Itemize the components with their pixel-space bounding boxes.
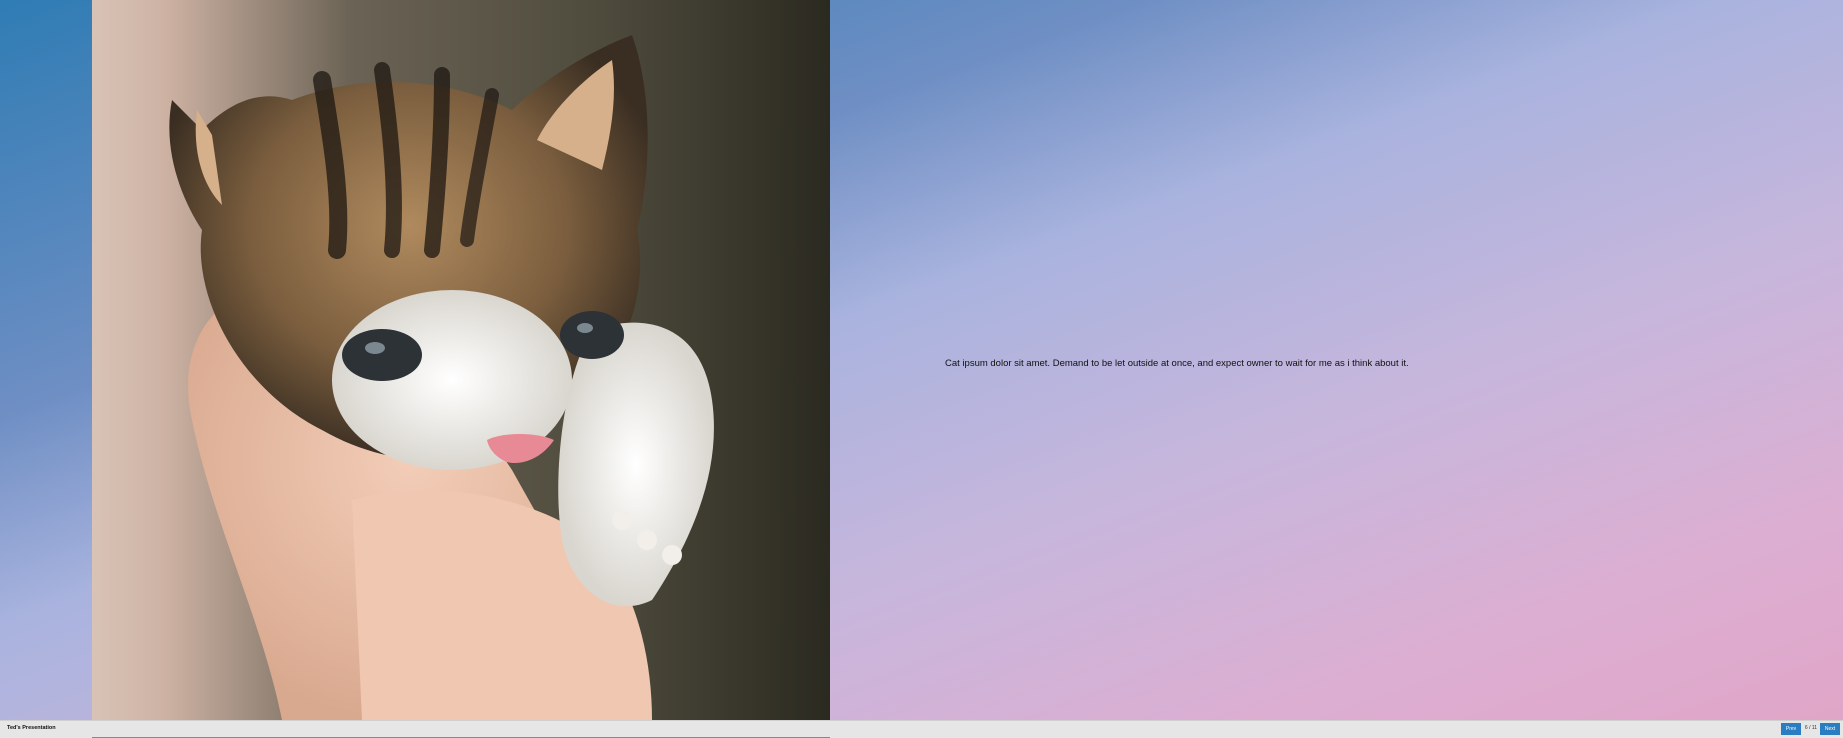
slide-stage: Cat ipsum dolor sit amet. Demand to be l…: [0, 0, 1843, 720]
prev-button[interactable]: Prev: [1781, 723, 1801, 735]
kitten-illustration: [169, 35, 714, 720]
slide-caption: Cat ipsum dolor sit amet. Demand to be l…: [945, 358, 1409, 369]
page-indicator: 6 / 11: [1804, 725, 1818, 731]
presentation-footer: Ted's Presentation Prev 6 / 11 Next: [0, 720, 1843, 738]
presentation-title: Ted's Presentation: [7, 725, 56, 731]
next-button[interactable]: Next: [1820, 723, 1840, 735]
kitten-photo: [92, 0, 830, 720]
